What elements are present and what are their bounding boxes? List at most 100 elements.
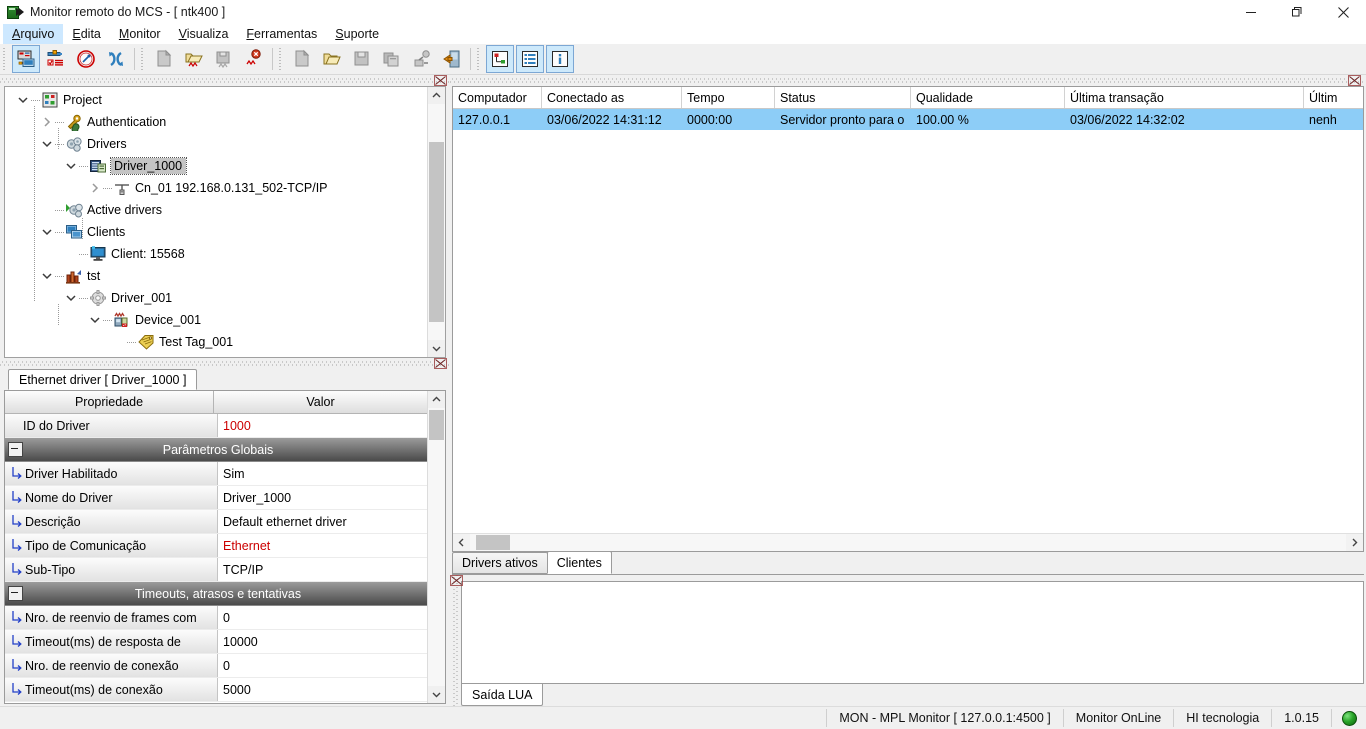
monitor-server-icon[interactable]: [12, 45, 40, 73]
delete-wave-icon[interactable]: [240, 45, 268, 73]
datagrid-scroll-track[interactable]: [470, 534, 1346, 551]
chevron-down-icon[interactable]: [87, 309, 103, 331]
property-value-cell[interactable]: TCP/IP: [218, 558, 427, 581]
datagrid-column-header[interactable]: Computador: [453, 87, 542, 108]
property-row[interactable]: Nro. de reenvio de frames com 0: [5, 606, 427, 630]
menu-visualiza[interactable]: Visualiza: [170, 24, 238, 44]
property-row[interactable]: Driver Habilitado Sim: [5, 462, 427, 486]
toolbar-grip-2[interactable]: [140, 48, 147, 70]
property-value-cell[interactable]: 10000: [218, 630, 427, 653]
tree-scroll-thumb[interactable]: [429, 142, 444, 322]
close-button[interactable]: [1320, 0, 1366, 24]
properties-scroll-track[interactable]: [428, 408, 445, 686]
tree-node-drivers[interactable]: Drivers: [5, 133, 427, 155]
copy-icon[interactable]: [378, 45, 406, 73]
tree-vertical-scrollbar[interactable]: [427, 87, 445, 357]
new-file-icon[interactable]: [288, 45, 316, 73]
collapse-icon[interactable]: [8, 586, 23, 601]
property-value-cell[interactable]: 0: [218, 606, 427, 629]
config-list-icon[interactable]: [42, 45, 70, 73]
datagrid-column-header[interactable]: Status: [775, 87, 911, 108]
tree-node-active-drivers[interactable]: Active drivers: [5, 199, 427, 221]
datagrid-panel-close-icon[interactable]: [1348, 75, 1361, 86]
tree-scroll-track[interactable]: [428, 104, 445, 340]
datagrid-column-header[interactable]: Tempo: [682, 87, 775, 108]
toolbar-grip-3[interactable]: [278, 48, 285, 70]
clients-datagrid[interactable]: Computador Conectado as Tempo Status Qualida…: [452, 86, 1364, 552]
menu-suporte[interactable]: Suporte: [326, 24, 388, 44]
tree-node-cn-01-192-168-0-131-502-tcp-ip[interactable]: Cn_01 192.168.0.131_502-TCP/IP: [5, 177, 427, 199]
tree-scroll-up-icon[interactable]: [428, 87, 445, 104]
property-row[interactable]: Sub-Tipo TCP/IP: [5, 558, 427, 582]
datagrid-column-header[interactable]: Qualidade: [911, 87, 1065, 108]
property-row[interactable]: Nome do Driver Driver_1000: [5, 486, 427, 510]
properties-vertical-scrollbar[interactable]: [427, 391, 445, 703]
properties-grid[interactable]: Propriedade Valor ID do Driver 1000 Parâme…: [5, 391, 427, 703]
tree-node-tst[interactable]: tst: [5, 265, 427, 287]
tree-node-driver-001[interactable]: Driver_001: [5, 287, 427, 309]
properties-scroll-up-icon[interactable]: [428, 391, 445, 408]
project-tree[interactable]: Project Authentication Drivers Driver_1000 C…: [5, 87, 427, 357]
tree-node-authentication[interactable]: Authentication: [5, 111, 427, 133]
new-document-icon[interactable]: [150, 45, 178, 73]
property-value-cell[interactable]: Driver_1000: [218, 486, 427, 509]
properties-panel-grip[interactable]: [0, 358, 450, 369]
property-value-cell[interactable]: Ethernet: [218, 534, 427, 557]
property-row[interactable]: Timeout(ms) de resposta de 10000: [5, 630, 427, 654]
properties-scroll-down-icon[interactable]: [428, 686, 445, 703]
datagrid-column-header[interactable]: Conectado as: [542, 87, 682, 108]
datagrid-tab-drivers-ativos[interactable]: Drivers ativos: [452, 552, 548, 574]
menu-ferramentas[interactable]: Ferramentas: [237, 24, 326, 44]
property-row[interactable]: Descrição Default ethernet driver: [5, 510, 427, 534]
toolbar-grip-1[interactable]: [2, 48, 9, 70]
datagrid-scroll-thumb[interactable]: [476, 535, 510, 550]
datagrid-tab-clientes[interactable]: Clientes: [546, 551, 612, 574]
property-row[interactable]: Tipo de Comunicação Ethernet: [5, 534, 427, 558]
tree-panel-close-icon[interactable]: [434, 75, 447, 86]
tree-node-project[interactable]: Project: [5, 89, 427, 111]
chevron-down-icon[interactable]: [39, 133, 55, 155]
property-value-cell[interactable]: Sim: [218, 462, 427, 485]
property-group-row[interactable]: Parâmetros Globais: [5, 438, 427, 462]
menu-monitor[interactable]: Monitor: [110, 24, 170, 44]
datagrid-row[interactable]: 127.0.0.1 03/06/2022 14:31:12 0000:00 Servi…: [453, 109, 1363, 130]
collapse-icon[interactable]: [8, 442, 23, 457]
chevron-down-icon[interactable]: [63, 287, 79, 309]
tree-node-client-15568[interactable]: Client: 15568: [5, 243, 427, 265]
datagrid-column-header[interactable]: Últim: [1304, 87, 1363, 108]
refresh-icon[interactable]: [102, 45, 130, 73]
lua-panel-close-icon[interactable]: [450, 575, 463, 586]
datagrid-panel-grip[interactable]: [450, 75, 1364, 86]
tree-node-test-tag-001[interactable]: Test Tag_001: [5, 331, 427, 353]
exit-door-icon[interactable]: [438, 45, 466, 73]
menu-edita[interactable]: Edita: [63, 24, 110, 44]
open-folder-icon[interactable]: [318, 45, 346, 73]
info-icon[interactable]: [546, 45, 574, 73]
save-wave-icon[interactable]: [210, 45, 238, 73]
tree-node-device-001[interactable]: Device_001: [5, 309, 427, 331]
list-view-icon[interactable]: [516, 45, 544, 73]
gauge-icon[interactable]: [72, 45, 100, 73]
toolbar-grip-4[interactable]: [476, 48, 483, 70]
properties-panel-close-icon[interactable]: [434, 358, 447, 369]
property-value-cell[interactable]: 5000: [218, 678, 427, 701]
datagrid-column-header[interactable]: Última transação: [1065, 87, 1304, 108]
lua-panel-grip[interactable]: [450, 575, 463, 706]
property-value-cell[interactable]: Default ethernet driver: [218, 510, 427, 533]
tree-panel-grip[interactable]: [0, 75, 450, 86]
tree-node-clients[interactable]: Clients: [5, 221, 427, 243]
minimize-button[interactable]: [1228, 0, 1274, 24]
tree-scroll-down-icon[interactable]: [428, 340, 445, 357]
property-row[interactable]: Nro. de reenvio de conexão 0: [5, 654, 427, 678]
tree-node-driver-1000[interactable]: Driver_1000: [5, 155, 427, 177]
datagrid-scroll-right-icon[interactable]: [1346, 534, 1363, 551]
property-value-cell[interactable]: 0: [218, 654, 427, 677]
save-icon[interactable]: [348, 45, 376, 73]
tab-saida-lua[interactable]: Saída LUA: [461, 684, 544, 706]
property-row[interactable]: Timeout(ms) de conexão 5000: [5, 678, 427, 702]
layout-tree-icon[interactable]: [486, 45, 514, 73]
chevron-right-icon[interactable]: [87, 177, 103, 199]
property-row[interactable]: ID do Driver 1000: [5, 414, 427, 438]
property-value-cell[interactable]: 1000: [218, 414, 427, 437]
node-link-icon[interactable]: [408, 45, 436, 73]
